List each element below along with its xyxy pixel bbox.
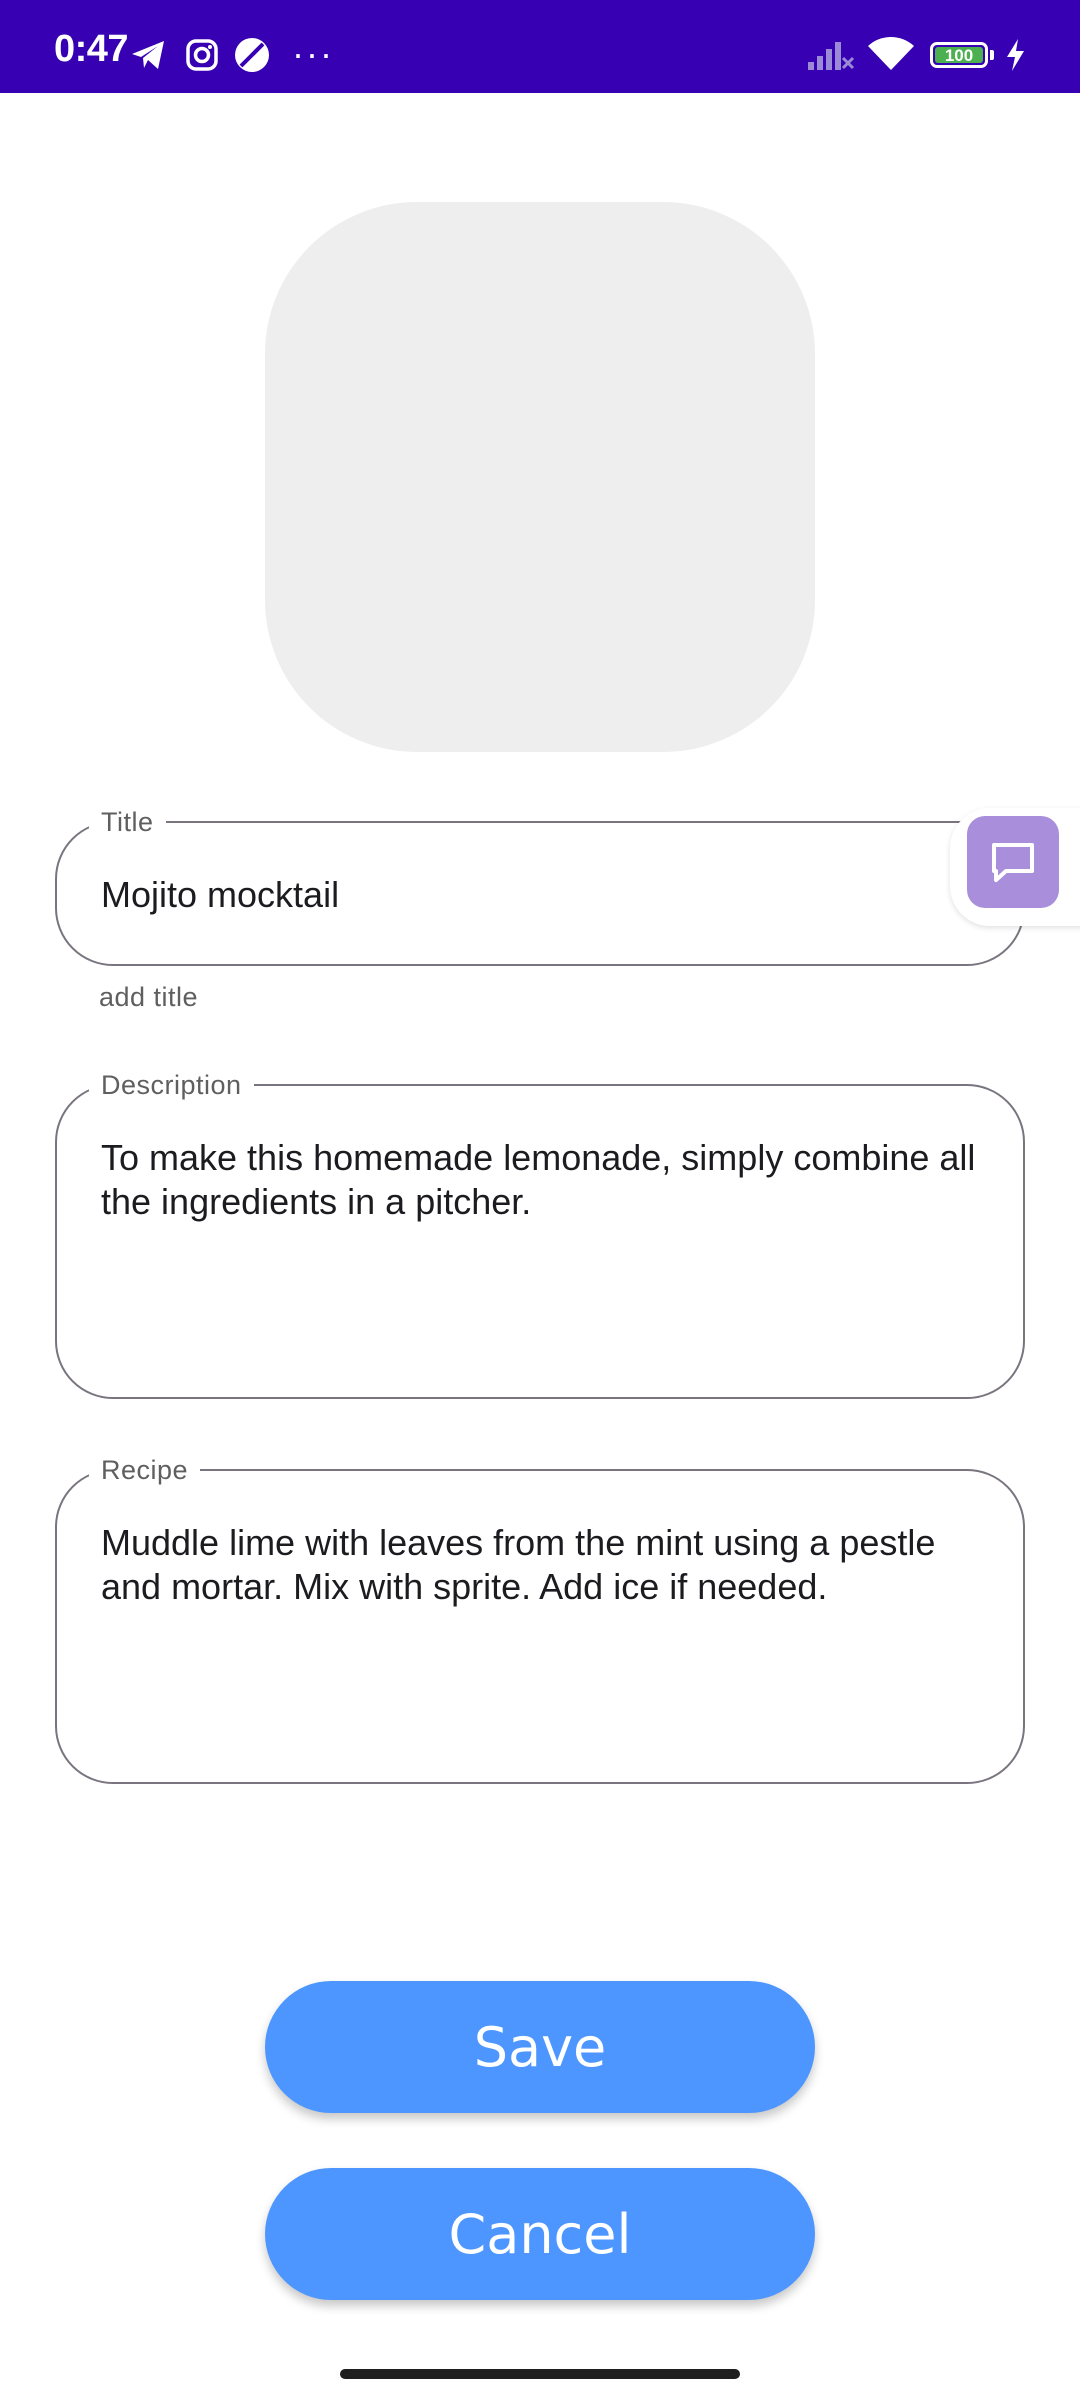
description-field[interactable]: Description To make this homemade lemona… xyxy=(55,1071,1025,1399)
recipe-image-placeholder[interactable] xyxy=(265,202,815,752)
description-input[interactable]: To make this homemade lemonade, simply c… xyxy=(101,1136,979,1224)
more-dots-icon: ··· xyxy=(292,33,334,74)
app-circle-icon xyxy=(233,36,271,79)
title-helper-text: add title xyxy=(99,982,199,1012)
title-label: Title xyxy=(89,808,166,836)
chat-bubble-button[interactable] xyxy=(967,816,1059,908)
wifi-icon xyxy=(866,36,916,79)
chat-icon xyxy=(992,843,1034,882)
signal-off-icon xyxy=(806,38,856,77)
description-label: Description xyxy=(89,1071,254,1099)
save-button[interactable]: Save xyxy=(265,1981,815,2113)
title-field[interactable]: Title Mojito mocktail xyxy=(55,808,1025,966)
cancel-button[interactable]: Cancel xyxy=(265,2168,815,2300)
recipe-field[interactable]: Recipe Muddle lime with leaves from the … xyxy=(55,1456,1025,1784)
telegram-icon xyxy=(130,38,168,77)
recipe-input[interactable]: Muddle lime with leaves from the mint us… xyxy=(101,1521,979,1609)
battery-level: 100 xyxy=(935,47,983,64)
home-indicator[interactable] xyxy=(340,2369,740,2379)
charging-bolt-icon xyxy=(1004,38,1026,77)
recipe-label: Recipe xyxy=(89,1456,201,1484)
status-time: 0:47 xyxy=(54,28,129,70)
instagram-icon xyxy=(185,38,219,77)
title-input[interactable]: Mojito mocktail xyxy=(101,873,979,917)
status-bar: 0:47 ··· 100 xyxy=(0,0,1080,93)
battery-tip xyxy=(990,50,994,60)
battery-icon: 100 xyxy=(930,42,988,68)
